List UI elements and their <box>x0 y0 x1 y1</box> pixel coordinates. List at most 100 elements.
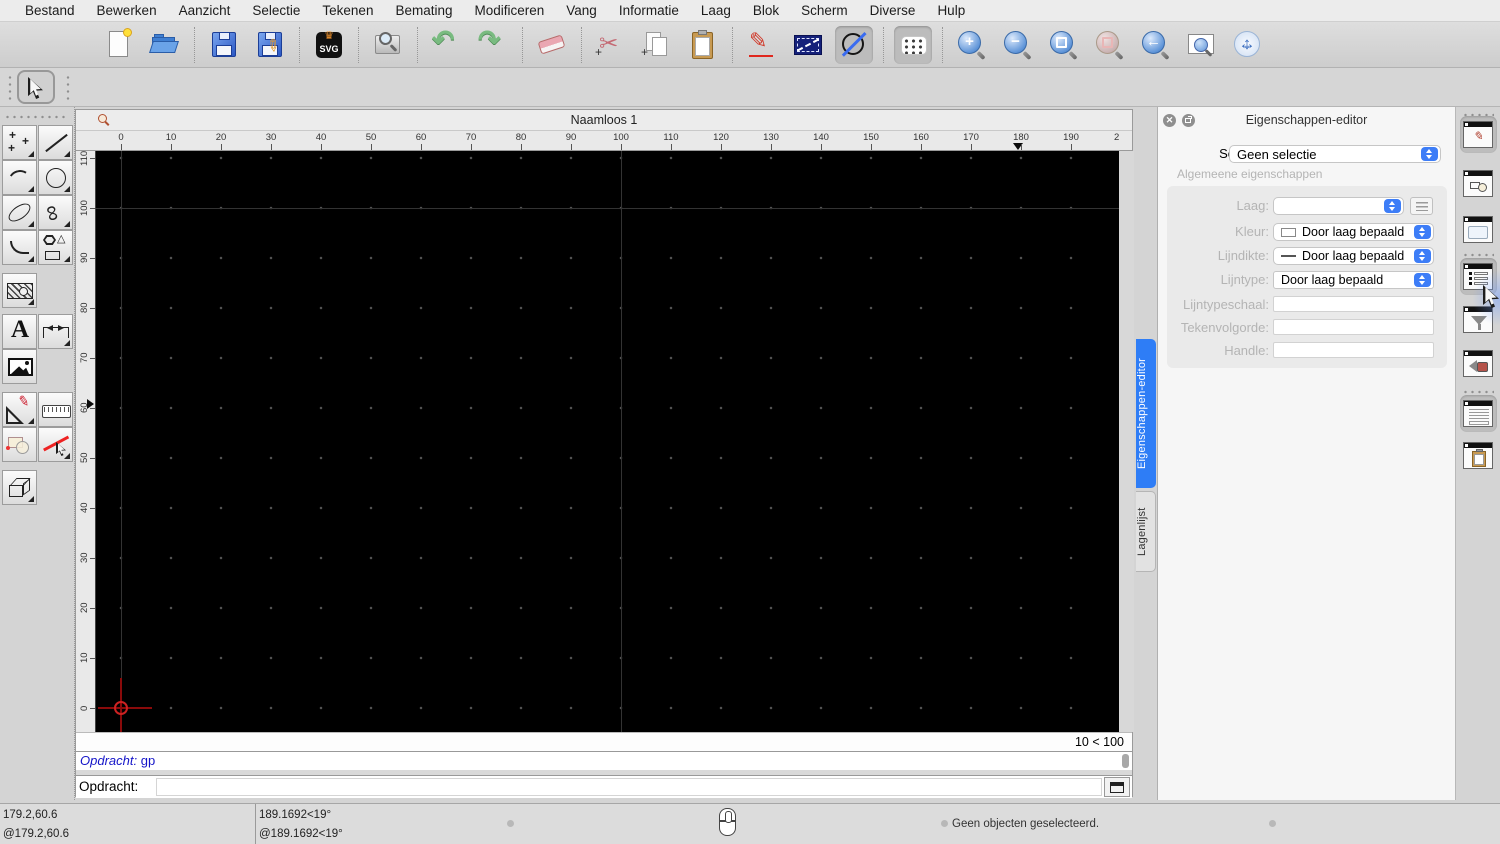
selection-dropdown[interactable]: Geen selectie <box>1229 145 1441 163</box>
zoom-out-button[interactable]: − <box>999 26 1037 64</box>
grid-axis-x0 <box>121 151 122 732</box>
layer-menu-button[interactable] <box>1410 197 1433 215</box>
h-ruler-tick <box>621 144 622 150</box>
menu-item-bemating[interactable]: Bemating <box>384 3 463 18</box>
svg-export-button[interactable]: ♛ SVG <box>310 26 348 64</box>
spline-tool[interactable]: ∞ <box>38 195 73 230</box>
menu-item-scherm[interactable]: Scherm <box>790 3 859 18</box>
command-history-line[interactable]: Opdracht: gp <box>76 751 1132 770</box>
erase-button[interactable] <box>533 26 571 64</box>
tab-lagenlijst[interactable]: Lagenlijst <box>1136 491 1156 572</box>
polyline-tool[interactable] <box>2 230 37 265</box>
hatch-tool[interactable] <box>2 273 37 308</box>
properties-panel-toggle[interactable]: ✎ <box>1460 116 1497 153</box>
separator <box>1462 253 1494 257</box>
lijntypeschaal-label: Lijntypeschaal: <box>1183 297 1269 312</box>
projector-panel-toggle[interactable] <box>1460 345 1497 382</box>
blank-panel-toggle[interactable] <box>1460 211 1497 248</box>
lijndikte-dropdown[interactable]: Door laag bepaald <box>1273 247 1434 265</box>
menu-item-informatie[interactable]: Informatie <box>608 3 690 18</box>
canvas-right-gutter <box>1119 151 1134 732</box>
laag-label: Laag: <box>1236 198 1269 213</box>
open-file-button[interactable] <box>146 26 184 64</box>
kleur-dropdown[interactable]: Door laag bepaald <box>1273 223 1434 241</box>
dimension-rectangle-button[interactable] <box>789 26 827 64</box>
properties-window-icon: ✎ <box>1463 121 1493 148</box>
polygon-tool[interactable]: △ <box>38 230 73 265</box>
trim-tool[interactable] <box>38 427 73 462</box>
menu-item-blok[interactable]: Blok <box>742 3 790 18</box>
select-arrow-icon <box>28 77 43 99</box>
close-icon[interactable]: ✕ <box>1163 114 1176 127</box>
clipboard-panel-toggle[interactable] <box>1460 437 1497 474</box>
command-window-button[interactable] <box>1104 777 1130 797</box>
construction-icon: ✎ <box>16 392 32 410</box>
menu-item-diverse[interactable]: Diverse <box>859 3 927 18</box>
handle-field[interactable] <box>1273 342 1434 358</box>
status-divider <box>255 804 256 844</box>
h-ruler-label: 80 <box>515 132 527 143</box>
menu-item-bestand[interactable]: Bestand <box>14 3 86 18</box>
menu-item-laag[interactable]: Laag <box>690 3 742 18</box>
menu-item-aanzicht[interactable]: Aanzicht <box>168 3 242 18</box>
menu-item-tekenen[interactable]: Tekenen <box>311 3 384 18</box>
command-history-panel-toggle[interactable] <box>1460 395 1497 432</box>
paste-button[interactable] <box>684 26 722 64</box>
box-3d-tool[interactable] <box>2 470 37 505</box>
zoom-out-icon: − <box>1001 28 1035 62</box>
dimension-tool[interactable] <box>38 314 73 349</box>
new-file-button[interactable] <box>100 26 138 64</box>
ellipse-tool[interactable] <box>2 195 37 230</box>
print-preview-button[interactable] <box>369 26 407 64</box>
lijntypeschaal-field[interactable] <box>1273 296 1434 312</box>
grid-axis-y100 <box>96 208 1119 209</box>
drawing-window-icon <box>98 114 110 126</box>
zoom-in-button[interactable]: + <box>953 26 991 64</box>
history-scrollbar[interactable] <box>1122 754 1129 768</box>
shapes-panel-toggle[interactable] <box>1460 165 1497 202</box>
kleur-label: Kleur: <box>1235 224 1269 239</box>
grid-dots-button[interactable] <box>894 25 932 64</box>
toolbar-separator <box>581 26 582 63</box>
drawing-title-bar[interactable]: Naamloos 1 <box>76 110 1132 131</box>
menu-item-vang[interactable]: Vang <box>555 3 608 18</box>
h-ruler-tick <box>121 144 122 150</box>
undock-icon[interactable] <box>1182 114 1195 127</box>
image-tool[interactable] <box>2 349 37 384</box>
lijntype-value: Door laag bepaald <box>1281 273 1384 287</box>
laag-dropdown[interactable] <box>1273 197 1404 215</box>
menu-item-selectie[interactable]: Selectie <box>241 3 311 18</box>
draw-pencil-button[interactable]: ✎ <box>743 26 781 64</box>
line-tool[interactable] <box>38 125 73 160</box>
save-as-button[interactable]: ✎ <box>251 26 289 64</box>
circle-tool[interactable] <box>38 160 73 195</box>
circle-slash-button[interactable] <box>835 25 873 64</box>
current-tool-button[interactable] <box>17 70 55 104</box>
command-input[interactable] <box>156 778 1102 796</box>
zoom-indicator: 10 < 100 <box>1074 735 1124 749</box>
construction-tool[interactable]: ✎ <box>2 392 37 427</box>
tab-eigenschappen-editor[interactable]: Eigenschappen-editor <box>1136 339 1156 488</box>
toolbar-separator <box>942 26 943 63</box>
zoom-selection-button[interactable] <box>1091 26 1129 64</box>
tekenvolgorde-field[interactable] <box>1273 319 1434 335</box>
modify-shapes-tool[interactable] <box>2 427 37 462</box>
menu-item-hulp[interactable]: Hulp <box>926 3 976 18</box>
arc-tool[interactable] <box>2 160 37 197</box>
redo-button[interactable]: ↷ <box>474 25 512 64</box>
cut-button[interactable]: ✂ + <box>592 26 630 64</box>
lijntype-dropdown[interactable]: Door laag bepaald <box>1273 271 1434 289</box>
zoom-window-button[interactable] <box>1183 26 1221 64</box>
points-tool[interactable]: + + + <box>2 125 37 160</box>
undo-button[interactable]: ↶ <box>428 25 466 64</box>
text-tool[interactable]: A <box>2 314 37 349</box>
menu-item-bewerken[interactable]: Bewerken <box>86 3 168 18</box>
drawing-canvas[interactable] <box>96 151 1119 736</box>
copy-button[interactable]: + <box>638 26 676 64</box>
measure-tool[interactable] <box>38 392 73 427</box>
pan-button[interactable]: ↔ ↕ <box>1229 26 1267 64</box>
save-button[interactable] <box>205 26 243 64</box>
menu-item-modificeren[interactable]: Modificeren <box>464 3 556 18</box>
zoom-previous-button[interactable]: ← <box>1137 26 1175 64</box>
zoom-fit-button[interactable] <box>1045 26 1083 64</box>
